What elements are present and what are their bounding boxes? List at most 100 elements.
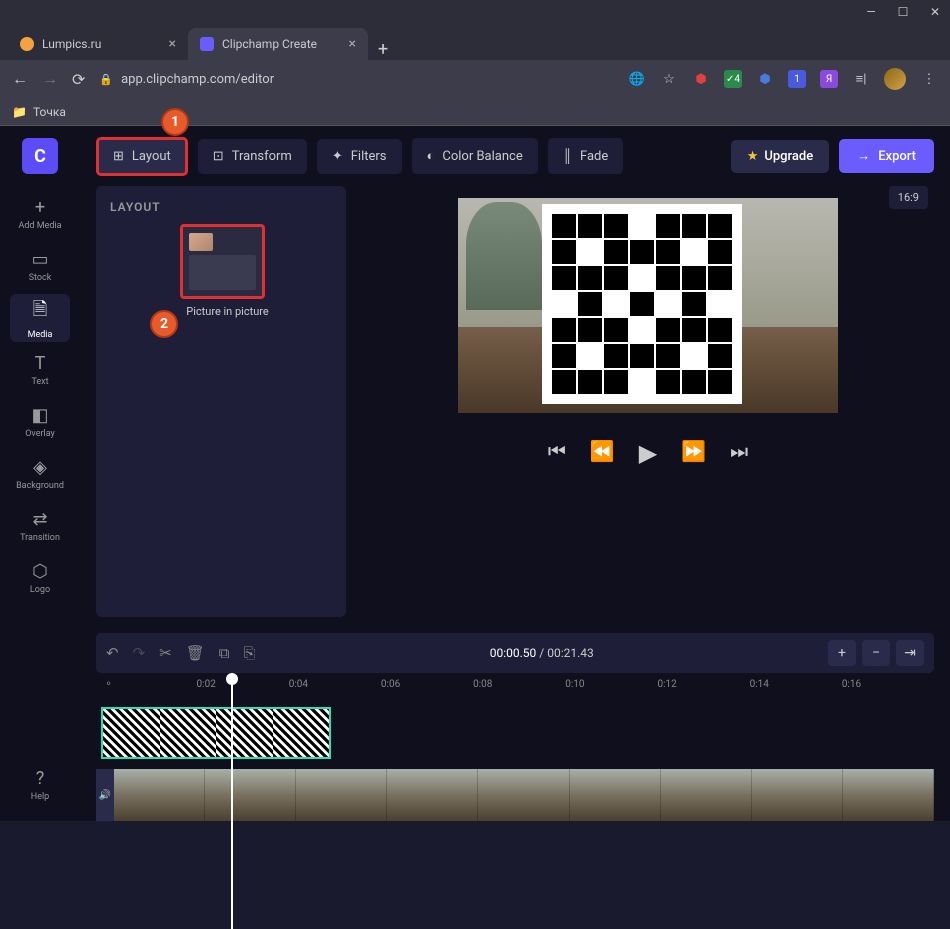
- video-clip[interactable]: [114, 769, 934, 821]
- close-button[interactable]: ✕: [928, 5, 942, 19]
- color-balance-button[interactable]: ◐Color Balance: [412, 138, 538, 174]
- pip-option[interactable]: Picture in picture: [180, 224, 275, 318]
- skip-end-icon[interactable]: ⏭: [730, 439, 748, 467]
- upgrade-button[interactable]: ★Upgrade: [731, 140, 830, 173]
- annotation-marker-2: 2: [150, 310, 178, 338]
- browser-tabs: Lumpics.ru × Clipchamp Create × +: [0, 24, 950, 60]
- tab-clipchamp[interactable]: Clipchamp Create ×: [188, 28, 368, 60]
- cut-icon[interactable]: ✂: [159, 644, 172, 662]
- stock-icon: ▭: [31, 249, 48, 270]
- rewind-icon[interactable]: ⏪: [590, 439, 615, 467]
- zoom-in-button[interactable]: +: [828, 640, 856, 666]
- minimize-button[interactable]: —: [864, 5, 878, 19]
- sidebar-help[interactable]: ?Help: [10, 761, 70, 809]
- sidebar-background[interactable]: ◈Background: [10, 450, 70, 498]
- bookmarks-bar: 📁 Точка: [0, 98, 950, 126]
- panel-title: LAYOUT: [110, 200, 332, 214]
- help-icon: ?: [36, 768, 45, 789]
- back-icon[interactable]: ←: [12, 69, 28, 89]
- translate-icon[interactable]: 🌐: [628, 70, 646, 88]
- pip-thumbnail: [180, 224, 265, 299]
- logo-icon: ⬡: [32, 561, 48, 582]
- menu-icon[interactable]: ⋮: [920, 70, 938, 88]
- time-ruler[interactable]: ⚬ 0:02 0:04 0:06 0:08 0:10 0:12 0:14 0:1…: [96, 679, 934, 699]
- ruler-zero: ⚬: [104, 679, 112, 690]
- top-toolbar: ⊞Layout ⊡ Transform ✦ Filters ◐Color Balan…: [80, 126, 950, 186]
- favicon-icon: [200, 37, 214, 51]
- preview-area: 16:9: [362, 186, 934, 617]
- ext1-icon[interactable]: ⬢: [692, 70, 710, 88]
- reload-icon[interactable]: ⟳: [72, 70, 85, 89]
- overlay-clip[interactable]: [101, 707, 331, 759]
- ext2-icon[interactable]: ✓4: [724, 70, 742, 88]
- playback-controls: ⏮ ⏪ ▶ ⏩ ⏭: [548, 439, 748, 467]
- button-label: Filters: [351, 149, 387, 164]
- ext5-icon[interactable]: Я: [820, 70, 838, 88]
- undo-icon[interactable]: ↶: [106, 644, 119, 662]
- layout-icon: ⊞: [113, 149, 124, 164]
- button-label: Export: [878, 149, 916, 164]
- transform-icon: ⊡: [213, 149, 224, 164]
- transition-icon: ⇄: [32, 509, 47, 530]
- sidebar-media[interactable]: 🗎Media: [10, 294, 70, 342]
- tab-title: Clipchamp Create: [222, 37, 317, 51]
- export-button[interactable]: → Export: [839, 139, 934, 173]
- favicon-icon: [20, 37, 34, 51]
- play-icon[interactable]: ▶: [639, 439, 657, 467]
- video-track: 🔊: [96, 769, 934, 821]
- video-preview[interactable]: [458, 198, 838, 413]
- speaker-icon[interactable]: 🔊: [96, 769, 114, 821]
- bookmark-item[interactable]: Точка: [33, 105, 66, 119]
- maximize-button[interactable]: ☐: [896, 5, 910, 19]
- aspect-ratio-badge[interactable]: 16:9: [889, 186, 928, 209]
- copy-icon[interactable]: ⧉: [219, 644, 230, 662]
- forward-icon[interactable]: →: [42, 69, 58, 89]
- sidebar-logo[interactable]: ⬡ Logo: [10, 554, 70, 602]
- sidebar-text[interactable]: TText: [10, 346, 70, 394]
- profile-avatar[interactable]: [884, 68, 906, 90]
- main-area: ⊞Layout ⊡ Transform ✦ Filters ◐Color Balan…: [80, 126, 950, 821]
- overlay-icon: ◧: [31, 405, 48, 426]
- lock-icon: 🔒: [99, 73, 113, 86]
- sidebar-label: Overlay: [25, 429, 55, 439]
- sidebar-label: Logo: [30, 585, 50, 595]
- new-tab-button[interactable]: +: [368, 39, 398, 60]
- forward-icon[interactable]: ⏩: [681, 439, 706, 467]
- close-icon[interactable]: ×: [169, 36, 176, 52]
- sidebar-add-media[interactable]: + Add Media: [10, 190, 70, 238]
- filters-icon: ✦: [332, 149, 343, 164]
- annotation-marker-1: 1: [161, 108, 189, 136]
- delete-icon[interactable]: 🗑: [186, 644, 205, 662]
- tab-lumpics[interactable]: Lumpics.ru ×: [8, 28, 188, 60]
- sidebar-label: Add Media: [18, 221, 61, 231]
- button-label: Transform: [232, 149, 292, 164]
- playhead[interactable]: [231, 679, 233, 929]
- export-icon: →: [857, 148, 870, 164]
- close-icon[interactable]: ×: [349, 36, 356, 52]
- redo-icon[interactable]: ↷: [133, 644, 146, 662]
- layout-panel: LAYOUT Picture in picture: [96, 186, 346, 617]
- sidebar-stock[interactable]: ▭Stock: [10, 242, 70, 290]
- ruler-mark: 0:06: [381, 679, 400, 690]
- fit-button[interactable]: ⇥: [896, 640, 924, 666]
- ext3-icon[interactable]: ⬢: [756, 70, 774, 88]
- plus-icon: +: [35, 197, 45, 218]
- qr-overlay: [542, 204, 742, 404]
- timecode: 00:00.50 / 00:21.43: [490, 646, 594, 660]
- transform-button[interactable]: ⊡ Transform: [198, 139, 307, 174]
- folder-icon: 📁: [12, 105, 27, 119]
- app-logo[interactable]: C: [22, 138, 58, 174]
- star-icon[interactable]: ☆: [660, 70, 678, 88]
- reader-icon[interactable]: ≡|: [852, 70, 870, 88]
- url-input[interactable]: 🔒 app.clipchamp.com/editor: [99, 72, 274, 87]
- paste-icon[interactable]: ⎘: [244, 644, 256, 662]
- sidebar-overlay[interactable]: ◧ Overlay: [10, 398, 70, 446]
- timeline-toolbar: ↶ ↷ ✂ 🗑 ⧉ ⎘ 00:00.50 / 00:21.43 + − ⇥: [96, 633, 934, 673]
- ext4-icon[interactable]: 1: [788, 70, 806, 88]
- skip-start-icon[interactable]: ⏮: [548, 439, 566, 467]
- filters-button[interactable]: ✦ Filters: [317, 139, 402, 174]
- layout-button[interactable]: ⊞Layout: [96, 137, 188, 176]
- fade-button[interactable]: ║Fade: [548, 138, 624, 174]
- zoom-out-button[interactable]: −: [862, 640, 890, 666]
- sidebar-transition[interactable]: ⇄Transition: [10, 502, 70, 550]
